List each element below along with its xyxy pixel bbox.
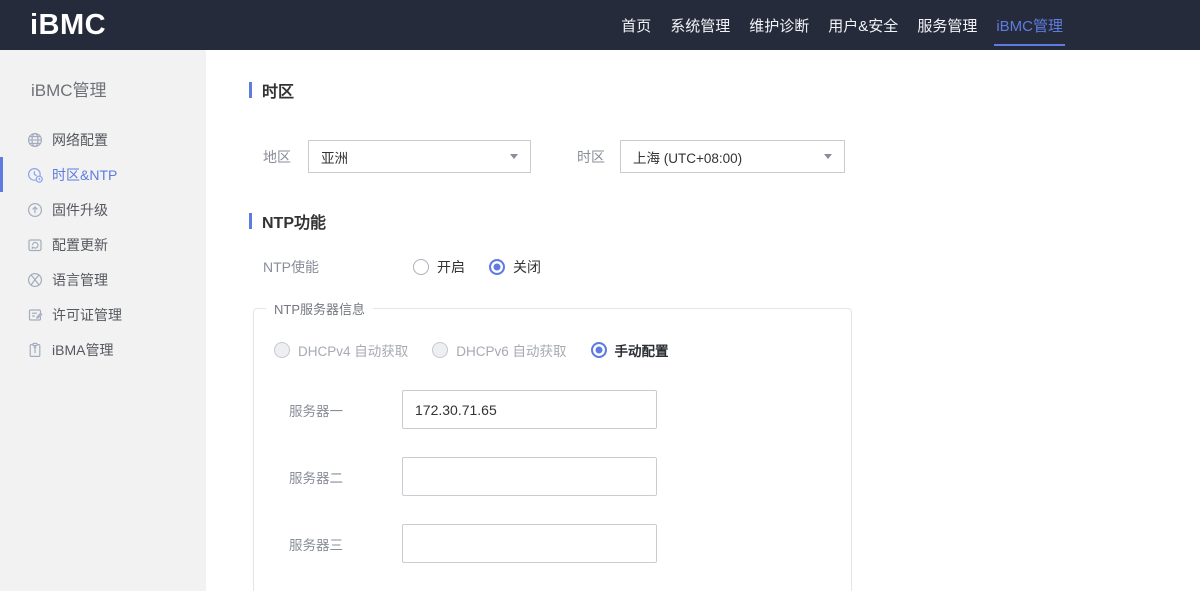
nav-item-user-security[interactable]: 用户&安全 — [826, 0, 900, 50]
server-two-label: 服务器二 — [289, 470, 343, 486]
ntp-server-mode-row: DHCPv4 自动获取 DHCPv6 自动获取 手动配置 — [274, 340, 851, 360]
ntp-enable-off-label: 关闭 — [513, 259, 541, 275]
timezone-select[interactable]: 上海 (UTC+08:00) — [620, 140, 845, 173]
timezone-select-value: 上海 (UTC+08:00) — [633, 150, 743, 166]
section-title-text: 时区 — [262, 84, 295, 101]
radio-disabled-icon — [274, 342, 290, 358]
license-icon — [27, 307, 43, 323]
sidebar-title: iBMC管理 — [31, 81, 107, 100]
dhcpv6-auto-radio: DHCPv6 自动获取 — [432, 340, 567, 360]
sidebar-item-label: 许可证管理 — [52, 306, 122, 323]
sidebar-item-label: 语言管理 — [52, 271, 108, 288]
config-update-icon — [27, 237, 43, 253]
manual-config-label: 手动配置 — [614, 344, 669, 359]
ibma-clipboard-icon — [27, 342, 43, 358]
server-three-row: 服务器三 — [289, 524, 851, 563]
section-accent-bar — [249, 213, 252, 229]
ntp-section-title: NTP功能 — [249, 209, 1200, 233]
network-globe-icon — [27, 132, 43, 148]
server-one-label: 服务器一 — [289, 403, 343, 419]
server-three-input[interactable] — [402, 524, 657, 563]
chevron-down-icon — [510, 154, 518, 159]
timezone-label: 时区 — [577, 148, 605, 165]
server-two-input[interactable] — [402, 457, 657, 496]
ntp-enable-off-radio[interactable]: 关闭 — [489, 257, 541, 277]
ntp-enable-label: NTP使能 — [263, 259, 319, 275]
sidebar-item-label: 网络配置 — [52, 131, 108, 148]
sidebar-item-label: 时区&NTP — [52, 166, 118, 183]
nav-item-system-management[interactable]: 系统管理 — [668, 0, 732, 50]
ntp-server-info-group: NTP服务器信息 DHCPv4 自动获取 DHCPv6 自动获取 手动配置 服务… — [253, 299, 852, 591]
ibmc-logo: iBMC — [30, 8, 107, 41]
server-one-row: 服务器一 — [289, 390, 851, 429]
timezone-form-row: 地区 亚洲 时区 上海 (UTC+08:00) — [263, 140, 1200, 173]
firmware-upgrade-icon — [27, 202, 43, 218]
sidebar-item-config-update[interactable]: 配置更新 — [0, 227, 206, 262]
sidebar-menu: 网络配置 时区&NTP 固件升级 配置更新 语言管理 许可证管理 iBMA管理 — [0, 122, 206, 367]
radio-checked-icon[interactable] — [590, 342, 607, 358]
nav-item-service-management[interactable]: 服务管理 — [915, 0, 979, 50]
server-three-label: 服务器三 — [289, 537, 343, 553]
region-label: 地区 — [263, 148, 291, 165]
chevron-down-icon — [824, 154, 832, 159]
sidebar-item-timezone-ntp[interactable]: 时区&NTP — [0, 157, 206, 192]
nav-item-home[interactable]: 首页 — [619, 0, 653, 50]
server-two-row: 服务器二 — [289, 457, 851, 496]
sidebar-item-ibma-management[interactable]: iBMA管理 — [0, 332, 206, 367]
main-content: 时区 地区 亚洲 时区 上海 (UTC+08:00) NTP功能 NTP使能 开… — [206, 50, 1200, 591]
sidebar-item-label: 配置更新 — [52, 236, 108, 253]
server-one-input[interactable] — [402, 390, 657, 429]
dhcpv6-auto-label: DHCPv6 自动获取 — [456, 344, 567, 359]
sidebar-item-firmware-upgrade[interactable]: 固件升级 — [0, 192, 206, 227]
region-select-value: 亚洲 — [321, 150, 348, 166]
manual-config-radio[interactable]: 手动配置 — [590, 340, 669, 360]
language-icon — [27, 272, 43, 288]
sidebar-item-network-config[interactable]: 网络配置 — [0, 122, 206, 157]
top-nav-menu: 首页 系统管理 维护诊断 用户&安全 服务管理 iBMC管理 — [619, 0, 1065, 50]
top-navigation-bar: iBMC 首页 系统管理 维护诊断 用户&安全 服务管理 iBMC管理 — [0, 0, 1200, 50]
radio-disabled-icon — [432, 342, 449, 358]
ntp-server-info-legend: NTP服务器信息 — [274, 302, 366, 317]
radio-unchecked-icon[interactable] — [413, 259, 429, 275]
region-select[interactable]: 亚洲 — [308, 140, 531, 173]
timezone-section-title: 时区 — [249, 78, 1200, 102]
dhcpv4-auto-label: DHCPv4 自动获取 — [298, 344, 409, 359]
dhcpv4-auto-radio: DHCPv4 自动获取 — [274, 340, 408, 360]
sidebar-item-language-management[interactable]: 语言管理 — [0, 262, 206, 297]
section-accent-bar — [249, 82, 252, 98]
radio-checked-icon[interactable] — [489, 259, 505, 275]
sidebar-item-label: iBMA管理 — [52, 341, 114, 358]
nav-item-maintenance-diagnosis[interactable]: 维护诊断 — [747, 0, 811, 50]
nav-item-ibmc-management[interactable]: iBMC管理 — [994, 0, 1065, 50]
sidebar-item-label: 固件升级 — [52, 201, 108, 218]
section-title-text: NTP功能 — [262, 215, 327, 232]
sidebar-item-license-management[interactable]: 许可证管理 — [0, 297, 206, 332]
ntp-enable-on-label: 开启 — [437, 259, 465, 275]
ntp-enable-on-radio[interactable]: 开启 — [413, 257, 465, 277]
sidebar: iBMC管理 网络配置 时区&NTP 固件升级 配置更新 语言管理 许可证管理 … — [0, 50, 206, 591]
ntp-enable-row: NTP使能 开启 关闭 — [263, 257, 1200, 277]
timezone-clock-icon — [27, 167, 43, 183]
